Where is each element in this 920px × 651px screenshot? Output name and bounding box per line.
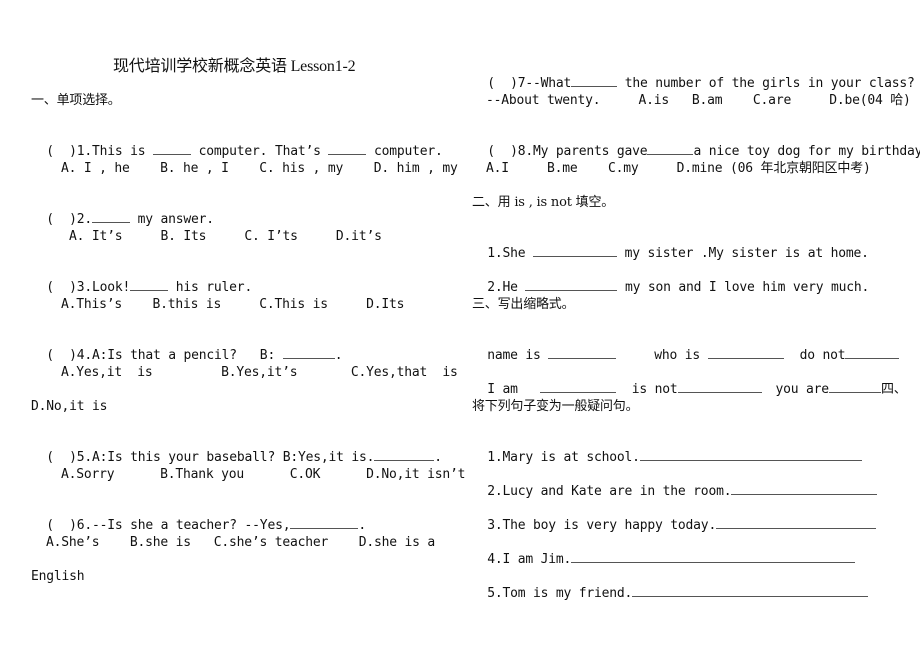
- question-1-stem-a: ( )1.This is: [46, 144, 154, 159]
- fill-in-1-a: 1.She: [487, 246, 534, 261]
- fill-in-1: 1.She my sister .My sister is at home.: [472, 229, 869, 262]
- section-4-number: 四、: [880, 382, 907, 397]
- question-1-options: A. I , he B. he , I C. his , my D. him ,…: [61, 161, 458, 176]
- answer-blank[interactable]: [677, 381, 762, 393]
- fill-in-2: 2.He my son and I love him very much.: [472, 263, 869, 296]
- answer-blank[interactable]: [707, 347, 784, 359]
- answer-blank[interactable]: [130, 279, 169, 291]
- question-8: ( )8.My parents gave a nice toy dog for m…: [472, 127, 920, 160]
- question-8-options: A.I B.me C.my D.mine (06 年北京朝阳区中考): [486, 161, 871, 176]
- question-3-stem-a: ( )3.Look!: [46, 280, 131, 295]
- question-7: ( )7--What the number of the girls in yo…: [472, 59, 915, 92]
- question-1-stem-b: computer. That’s: [191, 144, 329, 159]
- abbr-name-is: name is: [487, 348, 549, 363]
- sentence-1: 1.Mary is at school.: [472, 433, 862, 466]
- abbreviation-row-1: name is who is do not: [472, 331, 900, 364]
- answer-blank[interactable]: [639, 449, 862, 461]
- question-3-options: A.This’s B.this is C.This is D.Its: [61, 297, 405, 312]
- question-6-options-wrap: English: [31, 569, 85, 584]
- question-4-options: A.Yes,it is B.Yes,it’s C.Yes,that is: [61, 365, 458, 380]
- question-6-stem-a: ( )6.--Is she a teacher? --Yes,: [46, 518, 291, 533]
- question-4-options-wrap: D.No,it is: [31, 399, 108, 414]
- question-3: ( )3.Look! his ruler.: [31, 263, 252, 296]
- section-1-heading: 一、单项选择。: [31, 93, 121, 108]
- abbr-who-is: who is: [654, 348, 708, 363]
- answer-blank[interactable]: [533, 245, 618, 257]
- answer-blank[interactable]: [328, 143, 367, 155]
- abbr-is-not: is not: [631, 382, 678, 397]
- sentence-text: 3.The boy is very happy today.: [487, 518, 717, 533]
- answer-blank[interactable]: [92, 211, 131, 223]
- abbr-i-am: I am: [487, 382, 518, 397]
- question-2-options: A. It’s B. Its C. I’ts D.it’s: [69, 229, 382, 244]
- question-6-stem-b: .: [358, 518, 366, 533]
- answer-blank[interactable]: [539, 381, 616, 393]
- question-8-stem-a: ( )8.My parents gave: [487, 144, 648, 159]
- answer-blank[interactable]: [632, 585, 869, 597]
- question-5-options: A.Sorry B.Thank you C.OK D.No,it isn’t: [61, 467, 466, 482]
- sentence-text: 1.Mary is at school.: [487, 450, 640, 465]
- question-4-stem-b: .: [334, 348, 343, 363]
- answer-blank[interactable]: [571, 551, 856, 563]
- answer-blank[interactable]: [290, 517, 359, 529]
- answer-blank[interactable]: [282, 347, 335, 359]
- answer-blank[interactable]: [153, 143, 192, 155]
- sentence-text: 4.I am Jim.: [487, 552, 572, 567]
- question-7-stem-a: ( )7--What: [487, 76, 572, 91]
- answer-blank[interactable]: [731, 483, 878, 495]
- sentence-5: 5.Tom is my friend.: [472, 569, 869, 602]
- question-2: ( )2. my answer.: [31, 195, 214, 228]
- question-5-stem-b: .: [434, 450, 442, 465]
- question-7-stem-b: the number of the girls in your class?: [617, 76, 915, 91]
- sentence-text: 5.Tom is my friend.: [487, 586, 633, 601]
- question-5-stem-a: ( )5.A:Is this your baseball? B:Yes,it i…: [46, 450, 375, 465]
- question-7-options: --About twenty. A.is B.am C.are D.be(04 …: [486, 93, 911, 108]
- question-1: ( )1.This is computer. That’s computer.: [31, 127, 443, 160]
- answer-blank[interactable]: [845, 347, 900, 359]
- sentence-2: 2.Lucy and Kate are in the room.: [472, 467, 878, 500]
- answer-blank[interactable]: [374, 449, 435, 461]
- fill-in-2-a: 2.He: [487, 280, 526, 295]
- answer-blank[interactable]: [716, 517, 877, 529]
- page-title: 现代培训学校新概念英语 Lesson1-2: [113, 58, 356, 75]
- question-1-stem-c: computer.: [366, 144, 443, 159]
- question-6: ( )6.--Is she a teacher? --Yes,.: [31, 501, 366, 534]
- sentence-3: 3.The boy is very happy today.: [472, 501, 877, 534]
- answer-blank[interactable]: [647, 143, 694, 155]
- abbreviation-row-2: I am is not you are 四、: [472, 365, 907, 398]
- answer-blank[interactable]: [525, 279, 618, 291]
- sentence-text: 2.Lucy and Kate are in the room.: [487, 484, 732, 499]
- question-4: ( )4.A:Is that a pencil? B: .: [31, 331, 342, 364]
- question-3-stem-b: his ruler.: [168, 280, 253, 295]
- question-6-options: A.She’s B.she is C.she’s teacher D.she i…: [46, 535, 435, 550]
- fill-in-1-b: my sister .My sister is at home.: [617, 246, 869, 261]
- question-4-stem-a: ( )4.A:Is that a pencil? B:: [46, 348, 283, 363]
- question-8-stem-b: a nice toy dog for my birthday.: [693, 144, 920, 159]
- answer-blank[interactable]: [571, 75, 618, 87]
- sentence-4: 4.I am Jim.: [472, 535, 856, 568]
- question-2-stem-a: ( )2.: [46, 212, 93, 227]
- answer-blank[interactable]: [548, 347, 617, 359]
- section-2-heading: 二、用 is , is not 填空。: [472, 195, 615, 210]
- question-5: ( )5.A:Is this your baseball? B:Yes,it i…: [31, 433, 442, 466]
- answer-blank[interactable]: [828, 381, 881, 393]
- abbr-you-are: you are: [775, 382, 830, 397]
- fill-in-2-b: my son and I love him very much.: [617, 280, 870, 295]
- section-3-heading: 三、写出缩略式。: [472, 297, 575, 312]
- section-4-heading: 将下列句子变为一般疑问句。: [472, 399, 639, 414]
- question-2-stem-b: my answer.: [130, 212, 214, 227]
- abbr-do-not: do not: [799, 348, 846, 363]
